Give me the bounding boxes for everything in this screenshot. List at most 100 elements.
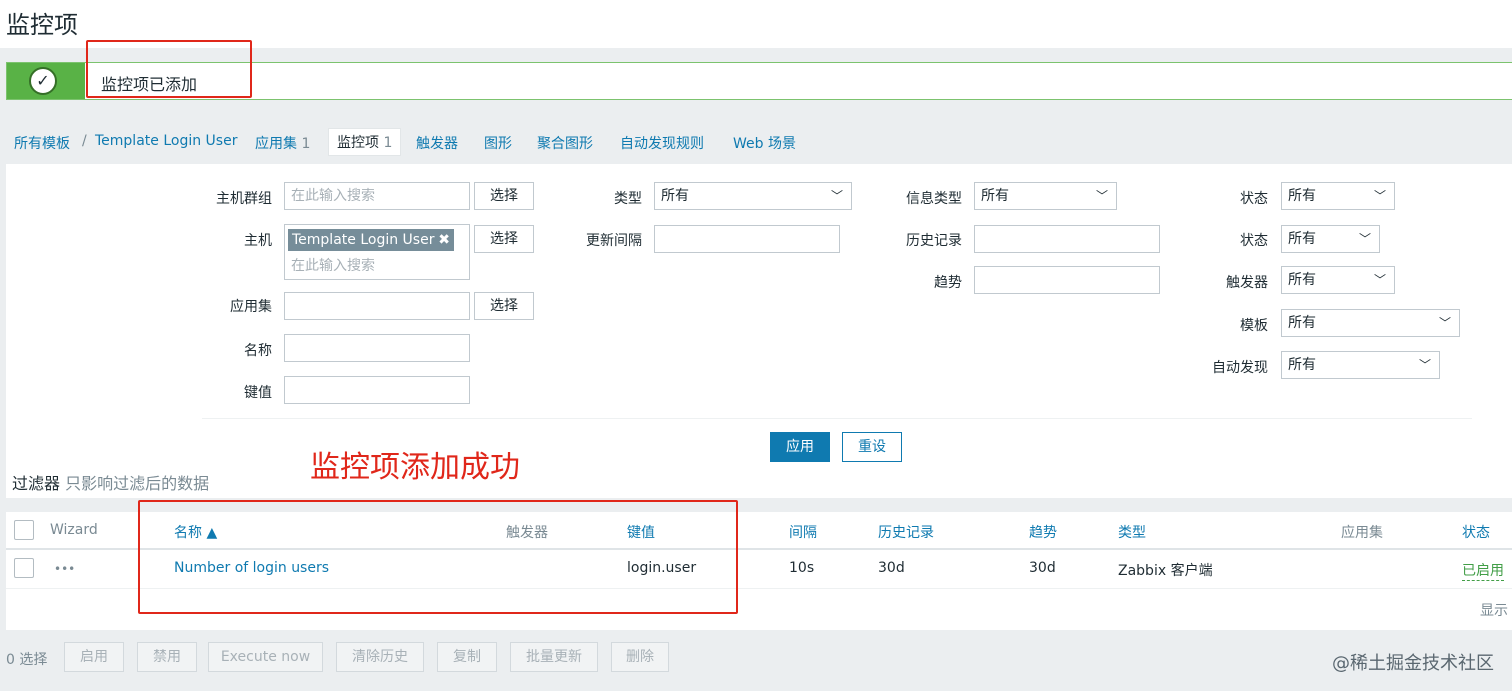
annotation-text: 监控项添加成功 xyxy=(310,450,520,485)
chevron-down-icon: ﹀ xyxy=(1373,189,1386,203)
delete-button[interactable]: 删除 xyxy=(611,642,669,672)
tab-triggers[interactable]: 触发器 xyxy=(416,133,458,153)
tab-web[interactable]: Web 场景 xyxy=(733,133,796,153)
chevron-down-icon: ﹀ xyxy=(1418,358,1431,372)
tab-applications-count: 1 xyxy=(301,136,311,152)
template-select-value: 所有 xyxy=(1288,315,1316,331)
app-select-button[interactable]: 选择 xyxy=(474,292,534,320)
key-input[interactable] xyxy=(284,376,470,404)
discovery-select-value: 所有 xyxy=(1288,357,1316,373)
host-group-input[interactable]: 在此输入搜索 xyxy=(284,182,470,210)
host-search-placeholder[interactable]: 在此输入搜索 xyxy=(291,255,375,275)
col-interval[interactable]: 间隔 xyxy=(789,522,817,542)
state-select[interactable]: 所有 ﹀ xyxy=(1281,225,1380,253)
trends-label: 趋势 xyxy=(934,275,962,291)
item-type: Zabbix 客户端 xyxy=(1118,563,1213,579)
wizard-menu-icon[interactable]: ••• xyxy=(54,562,75,576)
col-status[interactable]: 状态 xyxy=(1462,522,1490,542)
template-label: 模板 xyxy=(1240,318,1268,334)
filter-tab-label: 过滤器 xyxy=(12,474,61,493)
type-select-value: 所有 xyxy=(661,188,689,204)
check-circle-icon: ✓ xyxy=(29,67,57,95)
type-label: 类型 xyxy=(614,191,642,207)
execute-now-button[interactable]: Execute now xyxy=(208,642,323,672)
remove-tag-icon[interactable]: ✖ xyxy=(438,229,450,251)
filter-divider xyxy=(202,418,1472,419)
col-applications: 应用集 xyxy=(1341,525,1383,541)
host-multiselect[interactable]: Template Login User ✖ 在此输入搜索 xyxy=(284,224,470,280)
state-label: 状态 xyxy=(1240,233,1268,249)
page-title: 监控项 xyxy=(6,11,78,39)
history-input[interactable] xyxy=(974,225,1160,253)
chevron-down-icon: ﹀ xyxy=(830,189,843,203)
info-type-label: 信息类型 xyxy=(906,191,962,207)
item-status-link[interactable]: 已启用 xyxy=(1462,560,1504,581)
template-select[interactable]: 所有 ﹀ xyxy=(1281,309,1460,337)
tab-screens[interactable]: 聚合图形 xyxy=(537,133,593,153)
state-select-value: 所有 xyxy=(1288,231,1316,247)
history-label: 历史记录 xyxy=(906,233,962,249)
table-footer-display: 显示 xyxy=(1480,603,1508,619)
tab-applications-label[interactable]: 应用集 xyxy=(255,136,297,152)
info-type-select[interactable]: 所有 ﹀ xyxy=(974,182,1117,210)
item-trends: 30d xyxy=(1029,560,1056,576)
filter-tab-sub: 只影响过滤后的数据 xyxy=(65,474,210,493)
triggers-label: 触发器 xyxy=(1226,275,1268,291)
col-history[interactable]: 历史记录 xyxy=(878,522,934,542)
type-select[interactable]: 所有 ﹀ xyxy=(654,182,852,210)
host-group-label: 主机群组 xyxy=(216,191,272,207)
filter-tab[interactable]: 过滤器 只影响过滤后的数据 xyxy=(12,470,209,494)
tab-items[interactable]: 监控项 1 xyxy=(328,128,402,156)
select-all-checkbox[interactable] xyxy=(14,520,34,540)
app-label: 应用集 xyxy=(230,299,272,315)
breadcrumb-all-templates[interactable]: 所有模板 xyxy=(14,133,70,153)
tab-graphs[interactable]: 图形 xyxy=(484,133,512,153)
tab-discovery[interactable]: 自动发现规则 xyxy=(620,133,704,153)
tab-items-label: 监控项 xyxy=(337,135,379,151)
host-select-button[interactable]: 选择 xyxy=(474,225,534,253)
key-label: 键值 xyxy=(244,385,272,401)
item-interval: 10s xyxy=(789,560,815,576)
host-label: 主机 xyxy=(244,233,272,249)
watermark: @稀土掘金技术社区 xyxy=(1332,653,1494,674)
mass-update-button[interactable]: 批量更新 xyxy=(510,642,598,672)
discovery-select[interactable]: 所有 ﹀ xyxy=(1281,351,1440,379)
clear-history-button[interactable]: 清除历史 xyxy=(336,642,424,672)
triggers-select[interactable]: 所有 ﹀ xyxy=(1281,266,1395,294)
chevron-down-icon: ﹀ xyxy=(1358,232,1371,246)
breadcrumb-separator: / xyxy=(82,133,87,149)
item-history: 30d xyxy=(878,560,905,576)
update-interval-input[interactable] xyxy=(654,225,840,253)
trends-input[interactable] xyxy=(974,266,1160,294)
enable-button[interactable]: 启用 xyxy=(64,642,124,672)
disable-button[interactable]: 禁用 xyxy=(137,642,197,672)
breadcrumb-template[interactable]: Template Login User xyxy=(95,133,237,149)
annotation-box-table xyxy=(138,500,738,614)
status-select[interactable]: 所有 ﹀ xyxy=(1281,182,1395,210)
apply-button[interactable]: 应用 xyxy=(770,432,830,462)
status-label: 状态 xyxy=(1240,191,1268,207)
chevron-down-icon: ﹀ xyxy=(1438,316,1451,330)
chevron-down-icon: ﹀ xyxy=(1095,189,1108,203)
info-type-select-value: 所有 xyxy=(981,188,1009,204)
tab-applications[interactable]: 应用集 1 xyxy=(255,133,310,153)
col-trends[interactable]: 趋势 xyxy=(1029,522,1057,542)
name-label: 名称 xyxy=(244,343,272,359)
success-icon-box: ✓ xyxy=(7,63,85,99)
col-type[interactable]: 类型 xyxy=(1118,522,1146,542)
app-input[interactable] xyxy=(284,292,470,320)
reset-button[interactable]: 重设 xyxy=(842,432,902,462)
name-input[interactable] xyxy=(284,334,470,362)
host-group-select-button[interactable]: 选择 xyxy=(474,182,534,210)
annotation-box-message xyxy=(86,40,252,98)
selected-count: 0 选择 xyxy=(6,652,48,668)
status-select-value: 所有 xyxy=(1288,188,1316,204)
host-tag-text: Template Login User xyxy=(292,232,435,248)
row-checkbox[interactable] xyxy=(14,558,34,578)
copy-button[interactable]: 复制 xyxy=(437,642,497,672)
update-interval-label: 更新间隔 xyxy=(586,233,642,249)
triggers-select-value: 所有 xyxy=(1288,272,1316,288)
chevron-down-icon: ﹀ xyxy=(1373,273,1386,287)
tab-items-count: 1 xyxy=(383,135,393,151)
filter-panel: 主机群组 在此输入搜索 选择 主机 Template Login User ✖ … xyxy=(6,164,1512,498)
